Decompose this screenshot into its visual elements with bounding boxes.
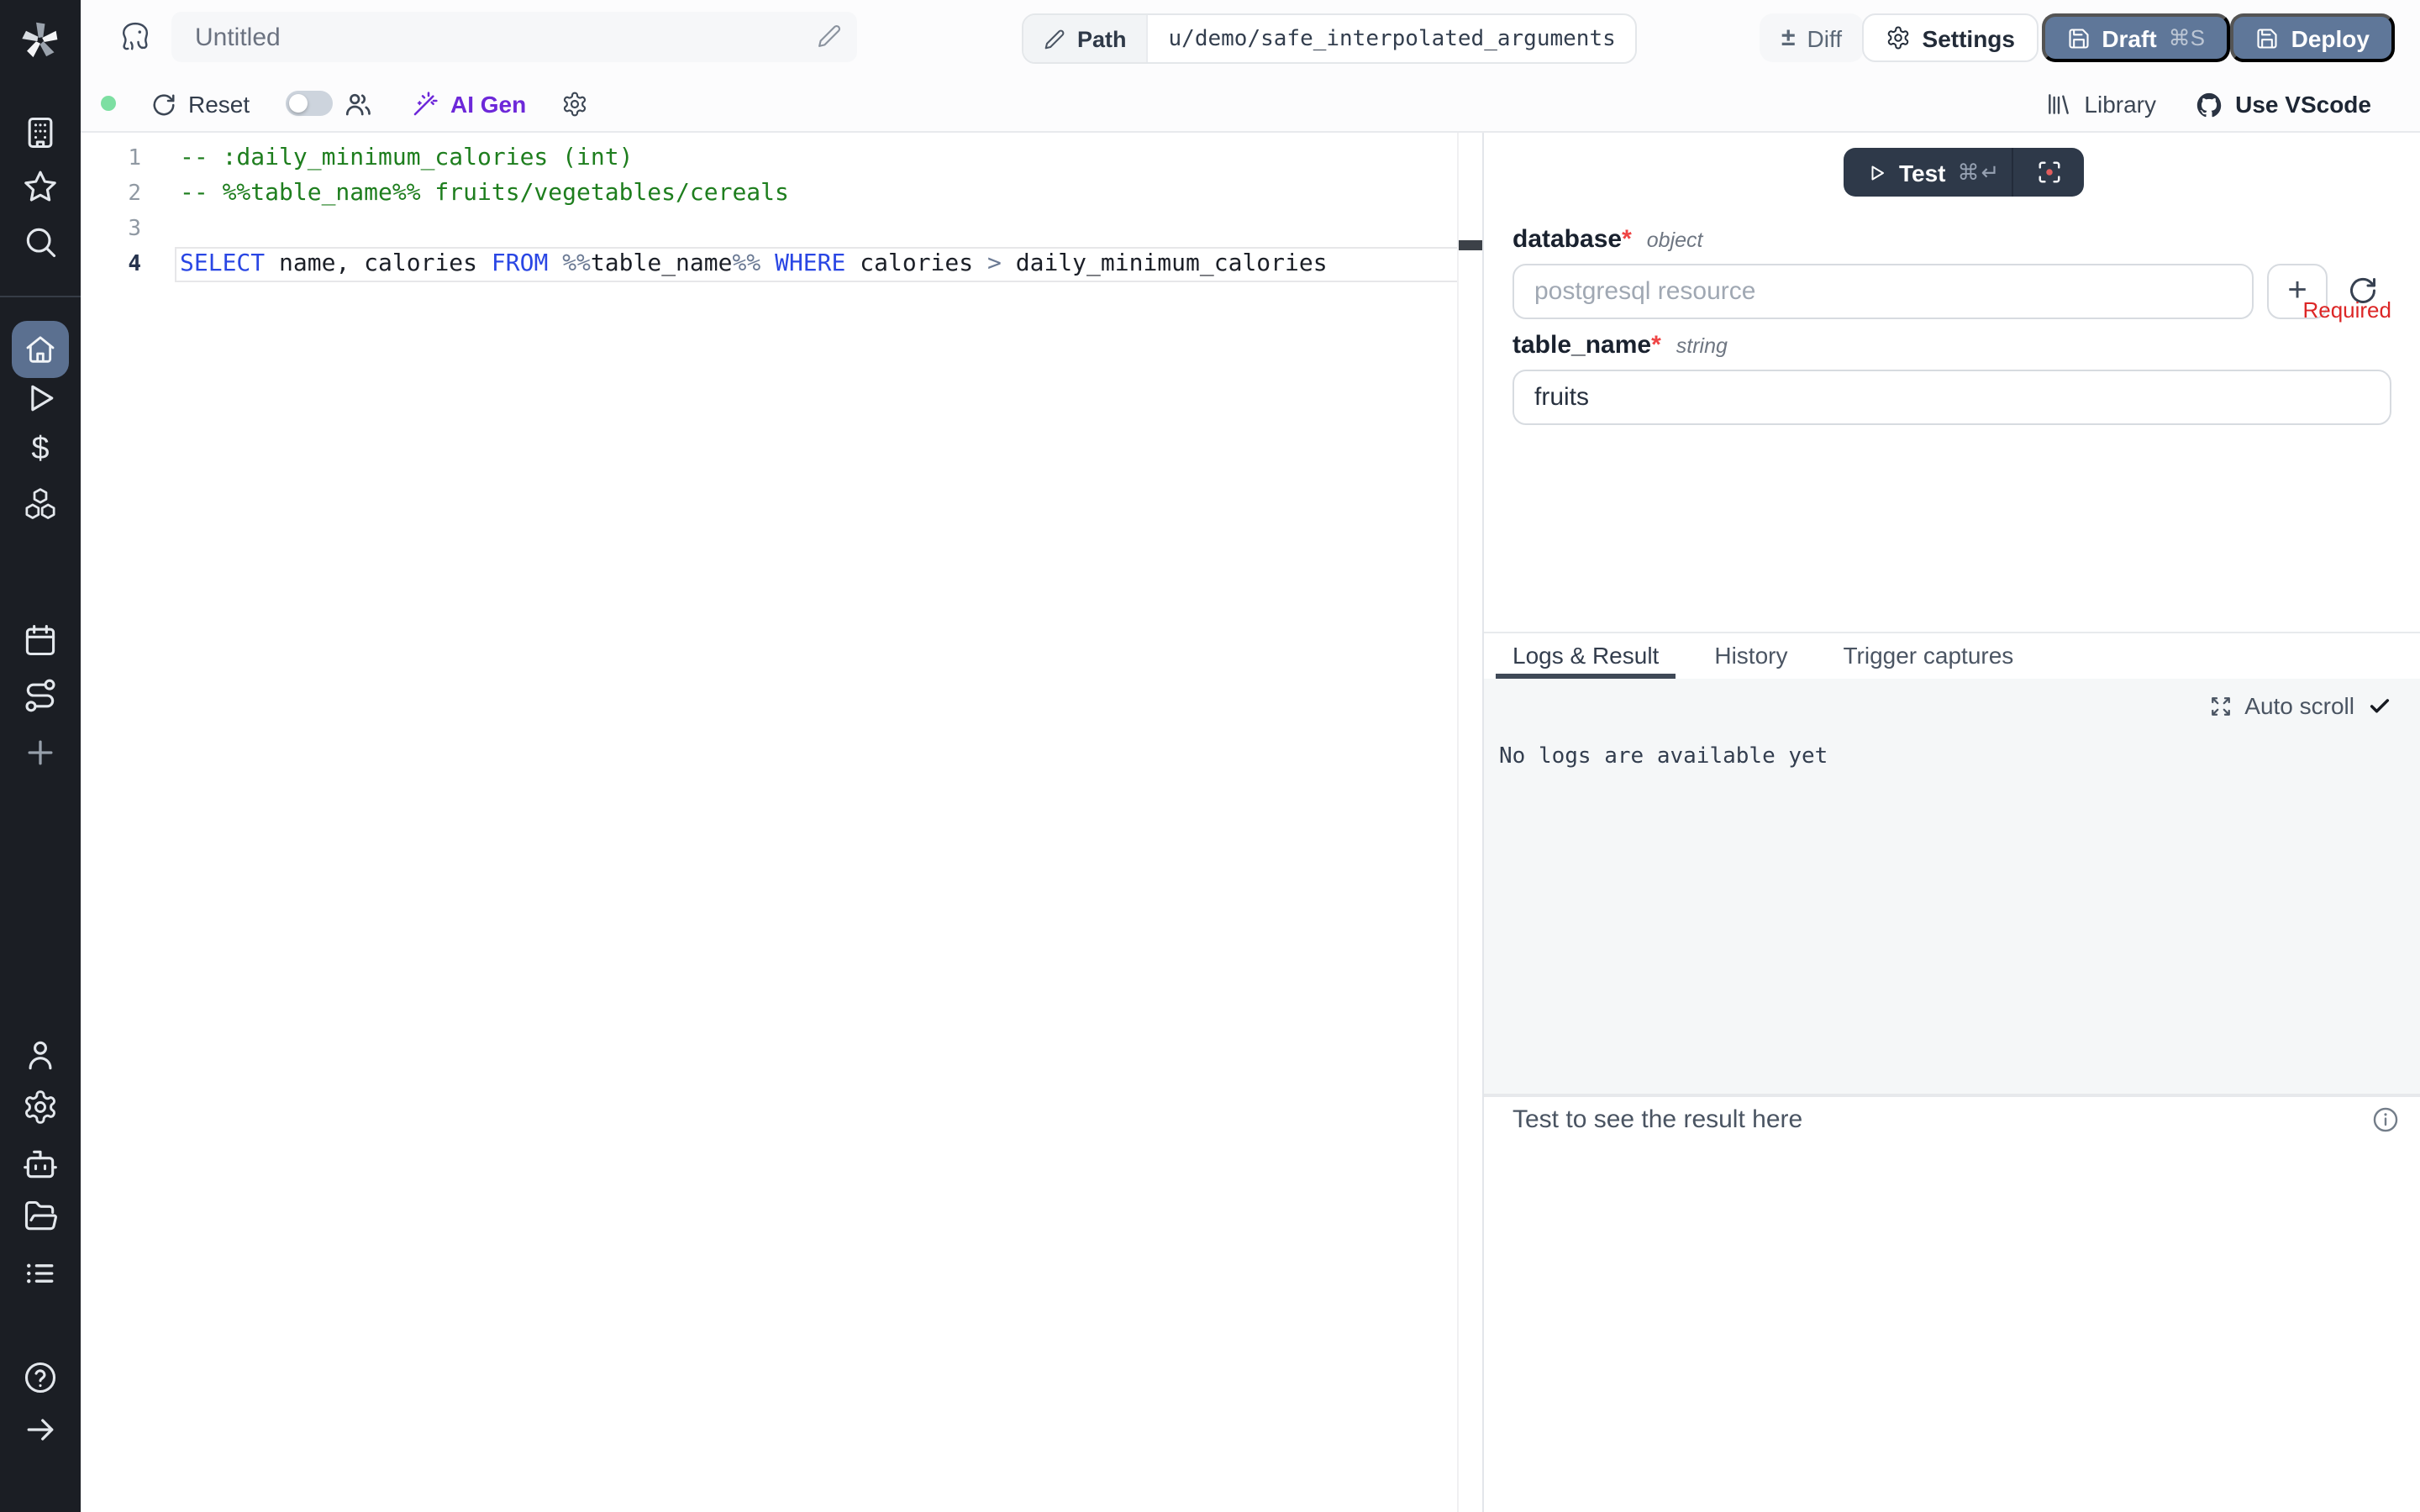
editor-settings-button[interactable] bbox=[561, 76, 588, 133]
windmill-logo-icon[interactable] bbox=[18, 18, 62, 62]
line-number: 4 bbox=[81, 247, 148, 282]
route-icon[interactable] bbox=[22, 677, 59, 714]
draft-button[interactable]: Draft ⌘S bbox=[2041, 13, 2230, 62]
help-icon[interactable] bbox=[22, 1359, 59, 1396]
test-button[interactable]: Test ⌘↵ bbox=[1844, 148, 2084, 197]
line-number: 3 bbox=[81, 212, 148, 247]
save-icon bbox=[2066, 26, 2090, 50]
dollar-icon[interactable]: $ bbox=[22, 432, 59, 469]
arrow-right-icon[interactable] bbox=[22, 1411, 59, 1448]
gutter: 1234 bbox=[81, 141, 148, 282]
code-line[interactable]: -- :daily_minimum_calories (int) bbox=[175, 141, 1459, 176]
use-vscode-button[interactable]: Use VScode bbox=[2195, 76, 2371, 133]
database-field-label: database* object bbox=[1512, 225, 1703, 254]
result-hint: Test to see the result here bbox=[1512, 1105, 1802, 1134]
diff-button[interactable]: ± Diff bbox=[1760, 13, 1864, 62]
required-message: Required bbox=[2302, 297, 2391, 323]
gear-icon bbox=[561, 91, 588, 118]
table-name-field-label: table_name* string bbox=[1512, 331, 1728, 360]
required-asterisk: * bbox=[1651, 331, 1661, 360]
test-button-main[interactable]: Test ⌘↵ bbox=[1844, 148, 2012, 197]
cursor-position-mark bbox=[1459, 240, 1482, 250]
users-button[interactable] bbox=[343, 76, 373, 133]
gear-icon[interactable] bbox=[22, 1089, 59, 1126]
capture-icon bbox=[2036, 160, 2061, 185]
line-number: 1 bbox=[81, 141, 148, 176]
field-type: string bbox=[1676, 334, 1728, 358]
gear-icon bbox=[1886, 25, 1911, 50]
auto-scroll-control[interactable]: Auto scroll bbox=[2209, 692, 2391, 719]
home-icon bbox=[24, 333, 57, 366]
tab-logs-result[interactable]: Logs & Result bbox=[1496, 633, 1676, 679]
postgresql-elephant-icon bbox=[118, 18, 153, 57]
result-tabs: Logs & Result History Trigger captures bbox=[1484, 632, 2420, 679]
play-icon[interactable] bbox=[22, 380, 59, 417]
calendar-icon[interactable] bbox=[22, 622, 59, 659]
code-lines[interactable]: -- :daily_minimum_calories (int)-- %%tab… bbox=[175, 141, 1459, 282]
refresh-icon bbox=[151, 92, 176, 117]
github-icon bbox=[2195, 90, 2223, 118]
pencil-icon bbox=[1044, 28, 1065, 50]
building-icon[interactable] bbox=[22, 114, 59, 151]
plus-icon[interactable] bbox=[22, 734, 59, 771]
check-icon bbox=[2368, 694, 2391, 717]
boxes-icon[interactable] bbox=[22, 486, 59, 522]
code-line[interactable] bbox=[175, 212, 1459, 247]
sidebar-divider bbox=[0, 296, 81, 297]
user-icon[interactable] bbox=[22, 1037, 59, 1074]
overview-ruler[interactable] bbox=[1457, 133, 1482, 1512]
tab-history[interactable]: History bbox=[1697, 633, 1804, 679]
settings-button[interactable]: Settings bbox=[1862, 13, 2039, 62]
deploy-button[interactable]: Deploy bbox=[2231, 13, 2395, 62]
tab-trigger-captures[interactable]: Trigger captures bbox=[1826, 633, 2030, 679]
save-icon bbox=[2256, 26, 2280, 50]
ai-gen-button[interactable]: AI Gen bbox=[412, 76, 526, 133]
auto-scroll-label: Auto scroll bbox=[2244, 692, 2354, 719]
field-type: object bbox=[1647, 228, 1703, 252]
test-shortcut: ⌘↵ bbox=[1958, 159, 2002, 186]
robot-icon[interactable] bbox=[22, 1146, 59, 1183]
windmill-script-editor: $ bbox=[0, 0, 2420, 1512]
logs-empty-message: No logs are available yet bbox=[1499, 744, 1828, 769]
expand-icon bbox=[2209, 695, 2231, 717]
plus-minus-icon: ± bbox=[1781, 24, 1795, 52]
code-line[interactable]: -- %%table_name%% fruits/vegetables/cere… bbox=[175, 176, 1459, 212]
code-line[interactable]: SELECT name, calories FROM %%table_name%… bbox=[175, 247, 1459, 282]
path-chip-label[interactable]: Path bbox=[1023, 15, 1149, 62]
reset-button[interactable]: Reset bbox=[151, 76, 250, 133]
library-button[interactable]: Library bbox=[2045, 76, 2156, 133]
script-title-field[interactable]: Untitled bbox=[171, 12, 857, 62]
sidebar: $ bbox=[0, 0, 81, 1512]
required-asterisk: * bbox=[1622, 225, 1632, 254]
database-input[interactable] bbox=[1512, 264, 2254, 319]
script-path[interactable]: u/demo/safe_interpolated_arguments bbox=[1149, 15, 1636, 62]
table-name-input[interactable] bbox=[1512, 370, 2391, 425]
path-chip[interactable]: Path u/demo/safe_interpolated_arguments bbox=[1022, 13, 1638, 64]
script-title: Untitled bbox=[195, 23, 281, 51]
list-icon[interactable] bbox=[22, 1255, 59, 1292]
logs-panel: Auto scroll No logs are available yet bbox=[1484, 679, 2420, 1094]
capture-button[interactable] bbox=[2012, 148, 2084, 197]
library-icon bbox=[2045, 91, 2072, 118]
sidebar-item-home[interactable] bbox=[12, 321, 69, 378]
draft-shortcut: ⌘S bbox=[2169, 24, 2205, 51]
result-divider bbox=[1484, 1094, 2420, 1097]
folder-open-icon[interactable] bbox=[22, 1198, 59, 1235]
wand-icon bbox=[412, 91, 439, 118]
info-icon[interactable] bbox=[2371, 1105, 2400, 1134]
code-editor[interactable]: 1234 -- :daily_minimum_calories (int)-- … bbox=[81, 133, 1482, 1512]
line-number: 2 bbox=[81, 176, 148, 212]
play-icon bbox=[1867, 162, 1887, 182]
search-icon[interactable] bbox=[22, 223, 59, 260]
star-icon[interactable] bbox=[22, 168, 59, 205]
top-bar: Untitled Path u/demo/safe_interpolated_a… bbox=[81, 0, 2420, 76]
users-icon bbox=[343, 89, 373, 119]
collab-toggle[interactable] bbox=[286, 91, 333, 116]
toggle-knob bbox=[289, 94, 308, 113]
status-dot bbox=[101, 96, 116, 111]
pencil-icon[interactable] bbox=[817, 24, 842, 49]
